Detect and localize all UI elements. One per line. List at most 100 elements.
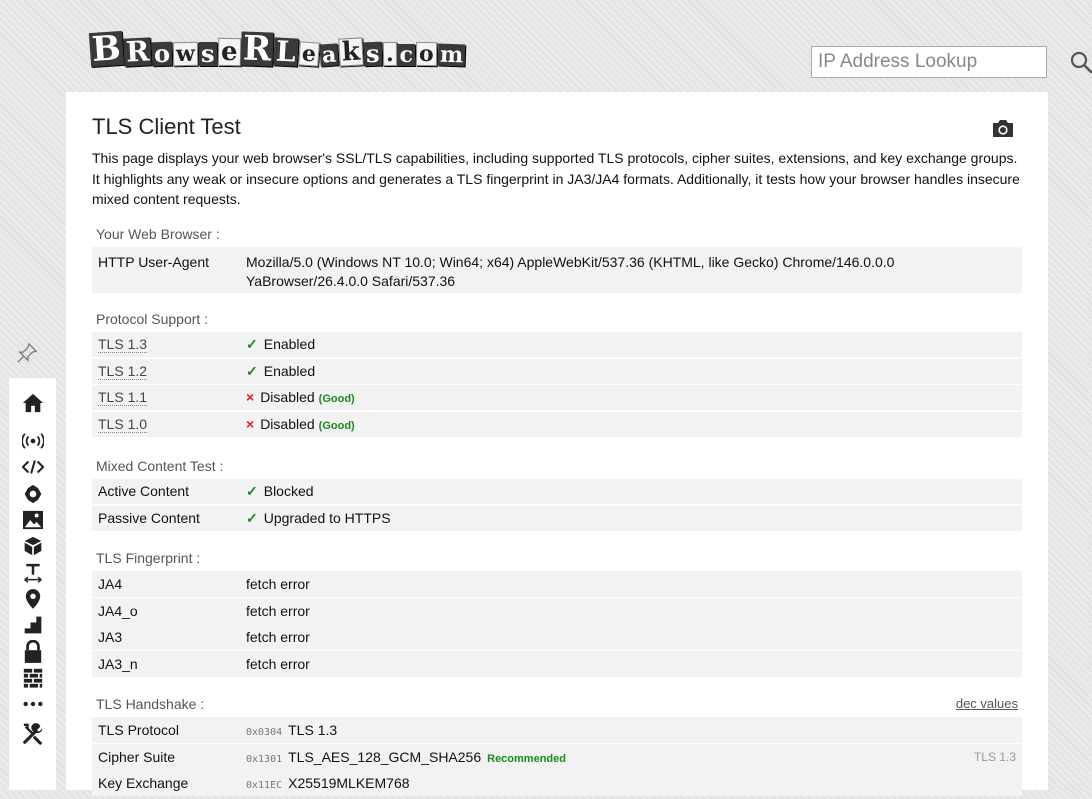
logo-letter: L — [273, 34, 299, 69]
protocol-name[interactable]: TLS 1.3 — [98, 336, 148, 353]
logo-letter: k — [338, 37, 365, 67]
mixed-content-status: Blocked — [263, 483, 314, 499]
dec-values-link[interactable]: dec values — [956, 695, 1018, 713]
image-icon[interactable] — [17, 507, 49, 533]
logo-letter: w — [172, 41, 199, 67]
wall-icon[interactable] — [17, 665, 49, 691]
good-badge: (Good) — [318, 419, 355, 432]
fingerprint-name: JA3_n — [98, 656, 138, 673]
handshake-name: TLS Protocol — [98, 722, 179, 738]
ip-lookup-search — [811, 46, 1092, 78]
camera-icon[interactable] — [991, 118, 1017, 140]
logo-letter: R — [123, 34, 152, 69]
mixed-content-row: Active Content ✓ Blocked — [92, 479, 1022, 504]
protocol-name[interactable]: TLS 1.1 — [98, 389, 148, 406]
fingerprint-value: fetch error — [246, 656, 310, 673]
lock-icon[interactable] — [17, 638, 49, 664]
stairs-icon[interactable] — [17, 612, 49, 638]
logo-letter: s — [199, 39, 217, 68]
handshake-value: TLS_AES_128_GCM_SHA256 — [288, 748, 482, 765]
search-input[interactable] — [812, 48, 1069, 76]
tool-sidebar — [9, 378, 56, 790]
protocol-row: TLS 1.3 ✓ Enabled — [92, 332, 1022, 357]
tools-icon[interactable] — [17, 717, 49, 751]
fingerprint-row: JA4 fetch error — [92, 571, 1022, 597]
protocol-row: TLS 1.0 × Disabled (Good) — [92, 411, 1022, 437]
site-logo[interactable]: BRowseRLeaks.com — [88, 6, 466, 70]
ua-value: Mozilla/5.0 (Windows NT 10.0; Win64; x64… — [246, 254, 895, 289]
browser-heading: Your Web Browser : — [96, 226, 220, 242]
handshake-heading: TLS Handshake : dec values — [96, 695, 1024, 713]
logo-letter: e — [298, 41, 320, 67]
recommended-badge: Recommended — [487, 752, 566, 765]
check-icon: ✓ — [246, 483, 258, 499]
protocol-status-cell: × Disabled (Good) — [246, 385, 1022, 410]
protocol-status: Enabled — [263, 336, 316, 352]
fingerprint-name: JA4_o — [98, 602, 138, 619]
check-icon: ✓ — [246, 336, 258, 352]
handshake-row: Key Exchange 0x11EC X25519MLKEM768 — [92, 770, 1022, 797]
home-icon[interactable] — [17, 386, 49, 420]
pin-icon[interactable] — [14, 340, 40, 366]
handshake-heading-label: TLS Handshake : — [96, 696, 205, 712]
logo-letter: o — [151, 38, 173, 69]
fingerprint-heading: TLS Fingerprint : — [96, 550, 201, 566]
protocol-name-cell: TLS 1.2 — [92, 359, 246, 384]
fingerprint-name: JA3 — [98, 629, 123, 646]
fingerprint-row: JA3 fetch error — [92, 624, 1022, 651]
handshake-row: TLS Protocol 0x0304 TLS 1.3 — [92, 717, 1022, 743]
more-icon[interactable] — [17, 691, 49, 717]
logo-letter: R — [240, 28, 274, 70]
ua-label: HTTP User-Agent — [98, 254, 209, 270]
cross-icon: × — [246, 415, 255, 432]
check-icon: ✓ — [246, 362, 258, 379]
location-pin-icon[interactable] — [17, 586, 49, 612]
search-icon[interactable] — [1069, 47, 1092, 77]
handshake-row: Cipher Suite 0x1301 TLS_AES_128_GCM_SHA256… — [92, 743, 1022, 770]
fingerprint-row: JA4_o fetch error — [92, 597, 1022, 624]
mixed-content-status-cell: ✓ Blocked — [246, 479, 1022, 504]
protocol-status-cell: × Disabled (Good) — [246, 412, 1022, 437]
logo-letter: c — [397, 42, 415, 68]
flower-icon[interactable] — [17, 481, 49, 507]
mixed-content-name: Passive Content — [98, 509, 200, 526]
handshake-name: Cipher Suite — [98, 748, 176, 765]
logo-letter: s — [363, 38, 383, 69]
good-badge: (Good) — [318, 393, 355, 405]
protocol-name-cell: TLS 1.1 — [92, 385, 246, 410]
mixed-content-name: Active Content — [98, 483, 190, 499]
mixed-content-status-cell: ✓ Upgraded to HTTPS — [246, 506, 1022, 531]
protocol-name-cell: TLS 1.3 — [92, 332, 246, 357]
cross-icon: × — [246, 389, 255, 405]
protocol-heading: Protocol Support : — [96, 311, 209, 327]
main-panel: TLS Client Test This page displays your … — [66, 92, 1048, 797]
protocol-status: Disabled — [260, 389, 315, 405]
handshake-value-cell: 0x11EC X25519MLKEM768 — [246, 770, 1022, 796]
page-description: This page displays your web browser's SS… — [92, 150, 1020, 207]
handshake-value-cell: 0x0304 TLS 1.3 — [246, 717, 1022, 743]
text-size-icon[interactable] — [17, 559, 49, 585]
cube-icon[interactable] — [17, 533, 49, 559]
handshake-name: Key Exchange — [98, 775, 189, 792]
signal-icon[interactable] — [17, 428, 49, 454]
logo-letter: a — [319, 41, 340, 69]
protocol-name-cell: TLS 1.0 — [92, 412, 246, 437]
logo-letter: m — [437, 41, 466, 69]
mixed-heading: Mixed Content Test : — [96, 458, 224, 474]
protocol-row: TLS 1.1 × Disabled (Good) — [92, 385, 1022, 410]
check-icon: ✓ — [246, 509, 258, 526]
mixed-content-row: Passive Content ✓ Upgraded to HTTPS — [92, 505, 1022, 531]
protocol-status-cell: ✓ Enabled — [246, 359, 1022, 384]
protocol-status: Disabled — [260, 415, 315, 432]
protocol-name[interactable]: TLS 1.2 — [98, 362, 148, 380]
fingerprint-value: fetch error — [246, 602, 310, 619]
page-title: TLS Client Test — [92, 114, 241, 139]
protocol-name[interactable]: TLS 1.0 — [98, 415, 148, 433]
fingerprint-name: JA4 — [98, 576, 123, 592]
hex-code: 0x0304 — [246, 727, 283, 738]
ua-row: HTTP User-Agent Mozilla/5.0 (Windows NT … — [92, 247, 1022, 293]
mixed-content-status: Upgraded to HTTPS — [263, 509, 391, 526]
hex-code: 0x1301 — [246, 753, 283, 765]
logo-letter: B — [88, 28, 124, 70]
code-icon[interactable] — [17, 454, 49, 480]
